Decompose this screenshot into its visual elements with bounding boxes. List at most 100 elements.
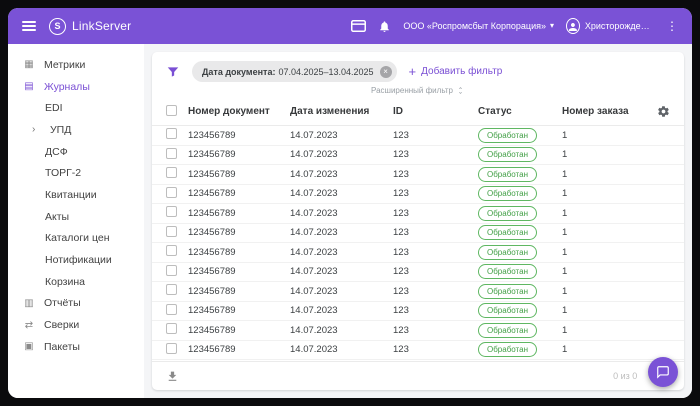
sidebar-item-5[interactable]: ТОРГ-2: [8, 162, 144, 184]
doc-id: 123: [393, 305, 478, 316]
menu-icon[interactable]: [22, 21, 36, 31]
column-change-date[interactable]: Дата изменения: [290, 106, 393, 117]
doc-number: 123456789: [188, 169, 290, 180]
order-number: 1: [562, 169, 652, 180]
order-number: 1: [562, 305, 652, 316]
change-date: 14.07.2023: [290, 325, 393, 336]
sidebar-item-9[interactable]: Нотификации: [8, 249, 144, 271]
order-number: 1: [562, 325, 652, 336]
chat-fab-button[interactable]: [648, 357, 678, 387]
chevron-right-icon[interactable]: ›: [32, 124, 41, 135]
sidebar-item-label: УПД: [50, 124, 71, 136]
add-filter-button[interactable]: + Добавить фильтр: [409, 65, 503, 78]
sidebar-item-7[interactable]: Акты: [8, 206, 144, 228]
table-row[interactable]: 123456789 14.07.2023 123 Обработан 1: [152, 282, 684, 302]
table-footer: 0 из 0 ‹ ›: [152, 361, 684, 390]
date-filter-chip[interactable]: Дата документа:07.04.2025–13.04.2025 ×: [192, 61, 397, 82]
sidebar-item-label: Корзина: [45, 276, 85, 288]
table-row[interactable]: 123456789 14.07.2023 123 Обработан 1: [152, 185, 684, 205]
sidebar-item-icon: ▥: [23, 298, 35, 309]
row-checkbox[interactable]: [166, 245, 177, 256]
panel-icon[interactable]: [351, 20, 366, 32]
sidebar-item-label: Акты: [45, 211, 69, 223]
sidebar-item-icon: ▤: [23, 81, 35, 92]
change-date: 14.07.2023: [290, 286, 393, 297]
row-checkbox[interactable]: [166, 187, 177, 198]
doc-id: 123: [393, 208, 478, 219]
plus-icon: +: [409, 65, 417, 78]
doc-id: 123: [393, 169, 478, 180]
status-badge: Обработан: [478, 342, 537, 357]
sidebar-item-label: Квитанции: [45, 189, 97, 201]
table-row[interactable]: 123456789 14.07.2023 123 Обработан 1: [152, 146, 684, 166]
status-badge: Обработан: [478, 167, 537, 182]
row-checkbox[interactable]: [166, 167, 177, 178]
doc-number: 123456789: [188, 227, 290, 238]
advanced-filter-toggle[interactable]: Расширенный фильтр: [152, 83, 684, 98]
row-checkbox[interactable]: [166, 148, 177, 159]
row-checkbox[interactable]: [166, 226, 177, 237]
status-badge: Обработан: [478, 186, 537, 201]
sidebar-item-11[interactable]: ▥ Отчёты: [8, 293, 144, 315]
row-checkbox[interactable]: [166, 128, 177, 139]
doc-number: 123456789: [188, 344, 290, 355]
sidebar-item-3[interactable]: › УПД: [8, 119, 144, 141]
sidebar-item-13[interactable]: ▣ Пакеты: [8, 336, 144, 358]
table-row[interactable]: 123456789 14.07.2023 123 Обработан 1: [152, 341, 684, 361]
row-checkbox[interactable]: [166, 284, 177, 295]
row-checkbox[interactable]: [166, 265, 177, 276]
sidebar-item-4[interactable]: ДСФ: [8, 141, 144, 163]
column-doc-number[interactable]: Номер документ: [188, 106, 290, 117]
sidebar: ▦ Метрики ▤ Журналы EDI › УПД ДСФ ТОРГ-2…: [8, 44, 144, 398]
doc-number: 123456789: [188, 325, 290, 336]
table-row[interactable]: 123456789 14.07.2023 123 Обработан 1: [152, 243, 684, 263]
doc-id: 123: [393, 227, 478, 238]
bell-icon[interactable]: [378, 20, 391, 33]
sidebar-item-1[interactable]: ▤ Журналы: [8, 76, 144, 98]
download-icon[interactable]: [166, 370, 179, 383]
kebab-menu-icon[interactable]: ⋮: [666, 20, 678, 32]
select-all-checkbox[interactable]: [166, 105, 177, 116]
order-number: 1: [562, 188, 652, 199]
chip-close-icon[interactable]: ×: [380, 66, 392, 78]
advanced-filter-label: Расширенный фильтр: [371, 86, 453, 95]
row-checkbox[interactable]: [166, 343, 177, 354]
row-checkbox[interactable]: [166, 304, 177, 315]
sidebar-item-label: Нотификации: [45, 254, 112, 266]
order-number: 1: [562, 247, 652, 258]
sidebar-item-10[interactable]: Корзина: [8, 271, 144, 293]
status-badge: Обработан: [478, 264, 537, 279]
column-status[interactable]: Статус: [478, 106, 562, 117]
status-badge: Обработан: [478, 245, 537, 260]
doc-number: 123456789: [188, 188, 290, 199]
table-row[interactable]: 123456789 14.07.2023 123 Обработан 1: [152, 302, 684, 322]
sidebar-item-2[interactable]: EDI: [8, 97, 144, 119]
sidebar-item-0[interactable]: ▦ Метрики: [8, 54, 144, 76]
change-date: 14.07.2023: [290, 344, 393, 355]
sidebar-item-label: Пакеты: [44, 341, 80, 353]
order-number: 1: [562, 208, 652, 219]
table-row[interactable]: 123456789 14.07.2023 123 Обработан 1: [152, 321, 684, 341]
column-order-number[interactable]: Номер заказа: [562, 106, 652, 117]
table-row[interactable]: 123456789 14.07.2023 123 Обработан 1: [152, 165, 684, 185]
sidebar-item-12[interactable]: ⇄ Сверки: [8, 314, 144, 336]
org-selector[interactable]: ООО «Роспромсбыт Корпорация» ▾: [403, 21, 554, 31]
sidebar-item-8[interactable]: Каталоги цен: [8, 228, 144, 250]
app-logo[interactable]: S LinkServer: [49, 18, 131, 35]
column-id[interactable]: ID: [393, 106, 478, 117]
sidebar-item-6[interactable]: Квитанции: [8, 184, 144, 206]
change-date: 14.07.2023: [290, 247, 393, 258]
status-badge: Обработан: [478, 206, 537, 221]
row-checkbox[interactable]: [166, 323, 177, 334]
status-badge: Обработан: [478, 303, 537, 318]
table-row[interactable]: 123456789 14.07.2023 123 Обработан 1: [152, 126, 684, 146]
change-date: 14.07.2023: [290, 208, 393, 219]
row-checkbox[interactable]: [166, 206, 177, 217]
table-row[interactable]: 123456789 14.07.2023 123 Обработан 1: [152, 204, 684, 224]
table-settings-gear-icon[interactable]: [652, 105, 670, 118]
filter-funnel-icon[interactable]: [166, 65, 180, 79]
table-row[interactable]: 123456789 14.07.2023 123 Обработан 1: [152, 263, 684, 283]
table-row[interactable]: 123456789 14.07.2023 123 Обработан 1: [152, 224, 684, 244]
status-badge: Обработан: [478, 284, 537, 299]
user-menu[interactable]: Христорождества...: [566, 18, 654, 34]
